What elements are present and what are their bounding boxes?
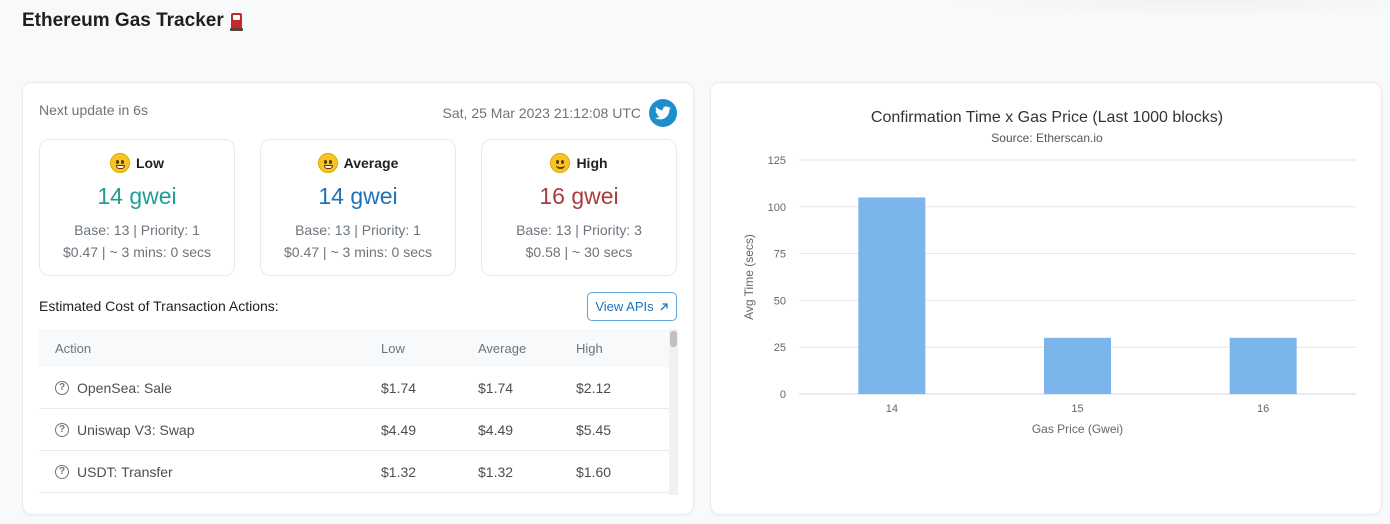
- tier-header-low: Low: [40, 153, 234, 173]
- high-cost-cell: $1.60: [576, 463, 612, 480]
- table-scrollbar[interactable]: [669, 329, 678, 495]
- high-cost-cell: $5.45: [576, 421, 612, 438]
- table-header: Action Low Average High: [39, 329, 670, 367]
- column-header-high: High: [576, 340, 603, 356]
- low-cost-cell: $4.49: [381, 421, 417, 438]
- average-cost-cell: $1.32: [478, 463, 514, 480]
- view-apis-button[interactable]: View APIs: [587, 292, 677, 321]
- tier-header-average: Average: [261, 153, 455, 173]
- tier-base-priority: Base: 13 | Priority: 1: [74, 222, 200, 238]
- help-circle-icon[interactable]: ?: [55, 422, 69, 437]
- table-row: ? Uniswap V3: Swap $4.49 $4.49 $5.45: [39, 409, 670, 451]
- page-title-text: Ethereum Gas Tracker: [22, 10, 224, 31]
- y-tick-label: 75: [774, 249, 786, 261]
- average-cost-cell: $1.74: [478, 379, 514, 396]
- estimated-cost-table: Action Low Average High ? OpenSea: Sale …: [39, 329, 670, 495]
- smiling-face-icon: [317, 153, 338, 173]
- action-cell: ? USDT: Transfer: [39, 464, 381, 480]
- tier-card-low: Low 14 gwei Base: 13 | Priority: 1 $0.47…: [39, 139, 235, 276]
- tier-cost-time: $0.47 | ~ 3 mins: 0 secs: [284, 244, 432, 260]
- low-cost-cell: $1.32: [381, 463, 417, 480]
- tier-header-high: High: [482, 153, 676, 173]
- next-update-text: Next update in 6s: [39, 102, 148, 118]
- x-tick-label: 16: [1257, 403, 1269, 415]
- action-name: USDT: Transfer: [77, 463, 173, 480]
- tier-base-priority: Base: 13 | Priority: 3: [516, 222, 642, 238]
- action-name: OpenSea: Sale: [77, 379, 172, 396]
- external-link-icon: [660, 302, 668, 310]
- high-cost-cell: $2.12: [576, 379, 612, 396]
- bar: [1044, 337, 1111, 394]
- y-tick-label: 50: [774, 295, 786, 307]
- action-cell: ? Uniswap V3: Swap: [39, 422, 381, 438]
- table-row: ? OpenSea: Sale $1.74 $1.74 $2.12: [39, 367, 670, 409]
- tier-cost-time: $0.58 | ~ 30 secs: [525, 244, 633, 260]
- view-apis-label: View APIs: [595, 299, 654, 314]
- y-tick-label: 25: [774, 342, 786, 354]
- tier-cost-time: $0.47 | ~ 3 mins: 0 secs: [63, 244, 211, 260]
- tier-base-priority: Base: 13 | Priority: 1: [295, 222, 421, 238]
- bar-chart: 0 25 50 75 100 125 14 15 16 Gas Price (Gwei) Avg T…: [742, 155, 1356, 436]
- y-tick-label: 0: [780, 389, 786, 401]
- column-header-low: Low: [381, 340, 405, 356]
- twitter-share-button[interactable]: [649, 99, 677, 127]
- confirmation-time-chart-card: Confirmation Time x Gas Price (Last 1000…: [710, 82, 1382, 515]
- column-header-action: Action: [55, 340, 92, 356]
- tier-gwei-value: 14 gwei: [318, 183, 398, 209]
- grinning-face-icon: [110, 153, 130, 173]
- timestamp-text: Sat, 25 Mar 2023 21:12:08 UTC: [442, 105, 641, 121]
- bar: [858, 197, 926, 394]
- slightly-smiling-face-icon: [550, 153, 571, 173]
- tier-label: Low: [136, 155, 164, 171]
- low-cost-cell: $1.74: [381, 379, 417, 396]
- x-axis-label: Gas Price (Gwei): [1032, 422, 1123, 436]
- x-tick-label: 15: [1071, 403, 1083, 415]
- y-axis-label: Avg Time (secs): [742, 234, 756, 320]
- column-header-average: Average: [478, 340, 527, 356]
- help-circle-icon[interactable]: ?: [55, 464, 69, 479]
- page-title: Ethereum Gas Tracker: [22, 10, 244, 32]
- scrollbar-thumb[interactable]: [670, 331, 677, 347]
- help-circle-icon[interactable]: ?: [55, 380, 69, 395]
- action-cell: ? OpenSea: Sale: [39, 380, 381, 396]
- table-row: ? USDT: Transfer $1.32 $1.32 $1.60: [39, 451, 670, 493]
- tier-card-average: Average 14 gwei Base: 13 | Priority: 1 $…: [260, 139, 456, 276]
- twitter-icon: [655, 106, 671, 120]
- tier-gwei-value: 14 gwei: [97, 183, 177, 209]
- y-tick-label: 125: [768, 155, 786, 167]
- action-name: Uniswap V3: Swap: [77, 421, 195, 438]
- average-cost-cell: $4.49: [478, 421, 514, 438]
- tier-label: High: [576, 155, 608, 171]
- x-tick-label: 14: [886, 403, 898, 415]
- bar: [1229, 337, 1297, 394]
- tier-card-high: High 16 gwei Base: 13 | Priority: 3 $0.5…: [481, 139, 677, 276]
- gas-price-card: Next update in 6s Sat, 25 Mar 2023 21:12…: [22, 82, 694, 515]
- fuel-pump-icon: [229, 13, 243, 31]
- tier-gwei-value: 16 gwei: [539, 183, 619, 209]
- tier-label: Average: [343, 155, 399, 171]
- y-tick-label: 100: [768, 202, 786, 214]
- estimated-cost-title: Estimated Cost of Transaction Actions:: [39, 298, 279, 314]
